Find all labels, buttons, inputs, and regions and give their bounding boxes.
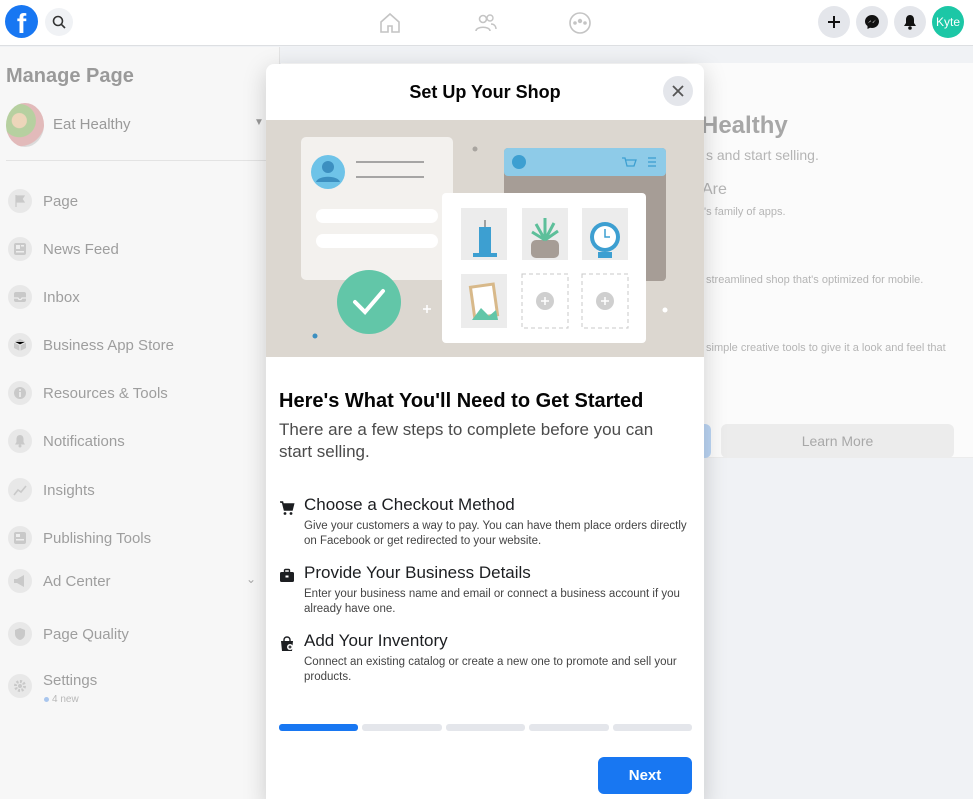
sidebar-item-inbox[interactable]: Inbox — [6, 281, 270, 315]
news-feed-icon — [8, 237, 32, 261]
settings-new-count: 4 new — [44, 694, 79, 705]
progress-segment — [529, 724, 609, 731]
inbox-icon — [8, 285, 32, 309]
close-button[interactable] — [663, 76, 693, 106]
step-title: Provide Your Business Details — [304, 563, 531, 582]
sidebar-item-publishing-tools[interactable]: Publishing Tools — [6, 522, 270, 556]
progress-segment — [279, 724, 359, 731]
shield-icon — [8, 622, 32, 646]
bg-line: simple creative tools to give it a look … — [706, 342, 946, 354]
step-progress-bar — [279, 724, 693, 731]
next-button[interactable]: Next — [598, 757, 692, 794]
chart-icon — [8, 478, 32, 502]
info-icon — [8, 381, 32, 405]
bg-line: streamlined shop that's optimized for mo… — [706, 274, 924, 286]
bell-icon — [8, 429, 32, 453]
sidebar-item-label: Settings — [43, 672, 98, 689]
gear-icon — [8, 674, 32, 698]
setup-shop-dialog: Set Up Your Shop Here's What You'll Need… — [266, 64, 704, 799]
close-icon — [672, 85, 684, 97]
page-switcher[interactable]: Eat Healthy ▼ — [6, 103, 270, 147]
friends-nav-button[interactable] — [473, 10, 499, 36]
sidebar-item-label: Business App Store — [43, 337, 174, 354]
dialog-title: Set Up Your Shop — [409, 82, 561, 102]
step-description: Enter your business name and email or co… — [304, 588, 680, 615]
publishing-icon — [8, 526, 32, 550]
facebook-logo[interactable]: f — [5, 5, 38, 38]
shop-illustration-graphic — [301, 137, 668, 343]
sidebar-item-label: Ad Center — [43, 573, 111, 590]
sidebar-item-business-app-store[interactable]: Business App Store — [6, 329, 270, 363]
create-button[interactable] — [818, 6, 850, 38]
dialog-heading: Here's What You'll Need to Get Started — [279, 390, 644, 412]
sidebar-item-label: Resources & Tools — [43, 385, 168, 402]
learn-more-button: Learn More — [721, 424, 954, 458]
home-icon — [380, 12, 400, 33]
progress-segment — [445, 724, 526, 731]
sidebar-item-settings[interactable]: Settings 4 new — [6, 666, 270, 706]
briefcase-icon — [280, 568, 294, 582]
page-avatar — [6, 103, 44, 147]
search-icon — [52, 15, 66, 29]
friends-icon — [475, 14, 497, 32]
search-button[interactable] — [45, 8, 73, 36]
megaphone-icon — [8, 569, 32, 593]
shopping-bag-icon — [281, 636, 293, 651]
messenger-button[interactable] — [856, 6, 888, 38]
flag-icon — [8, 189, 32, 213]
sidebar-item-label: Insights — [43, 482, 95, 499]
sidebar-item-label: Inbox — [43, 289, 80, 306]
sidebar-item-ad-center[interactable]: Ad Center ⌄ — [6, 565, 270, 599]
bg-heading: Healthy — [701, 112, 788, 139]
divider — [6, 160, 270, 161]
sidebar-item-label: Page — [43, 193, 79, 210]
bg-subheading: Are — [702, 181, 727, 198]
home-nav-button[interactable] — [377, 10, 403, 36]
messenger-icon — [865, 15, 879, 29]
sidebar-item-insights[interactable]: Insights — [6, 474, 270, 508]
sidebar-item-label: Publishing Tools — [43, 530, 152, 547]
sidebar-title: Manage Page — [6, 65, 134, 87]
plus-icon — [828, 16, 840, 28]
cube-icon — [8, 333, 32, 357]
page-name: Eat Healthy — [53, 116, 131, 133]
dialog-subheading: There are a few steps to complete before… — [279, 420, 654, 461]
progress-segment — [362, 724, 442, 731]
groups-nav-button[interactable] — [567, 10, 593, 36]
step-title: Choose a Checkout Method — [304, 495, 515, 514]
step-title: Add Your Inventory — [304, 631, 448, 650]
bg-line: 's family of apps. — [704, 206, 786, 218]
step-description: Give your customers a way to pay. You ca… — [304, 520, 687, 547]
sidebar-item-news-feed[interactable]: News Feed — [6, 233, 270, 267]
sidebar-item-page-quality[interactable]: Page Quality — [6, 618, 270, 652]
sidebar-item-resources-tools[interactable]: Resources & Tools — [6, 377, 270, 411]
profile-avatar[interactable]: Kyte — [932, 6, 964, 38]
cart-icon — [280, 501, 295, 515]
sidebar-item-label: Notifications — [43, 433, 125, 450]
shop-illustration — [266, 120, 704, 357]
groups-icon — [569, 12, 591, 34]
top-navigation-bar: f Kyte — [0, 0, 973, 46]
step-description: Connect an existing catalog or create a … — [304, 656, 677, 683]
sidebar-item-label: News Feed — [43, 241, 119, 258]
bell-icon — [904, 15, 916, 30]
manage-page-sidebar: Manage Page Eat Healthy ▼ Page News Feed… — [0, 47, 280, 799]
bg-line: s and start selling. — [706, 147, 819, 163]
chevron-down-icon[interactable]: ⌄ — [246, 572, 256, 586]
caret-down-icon: ▼ — [254, 117, 264, 128]
progress-segment — [612, 724, 693, 731]
sidebar-item-page[interactable]: Page — [6, 185, 270, 219]
sidebar-item-notifications[interactable]: Notifications — [6, 425, 270, 459]
notifications-button[interactable] — [894, 6, 926, 38]
sidebar-item-label: Page Quality — [43, 626, 129, 643]
